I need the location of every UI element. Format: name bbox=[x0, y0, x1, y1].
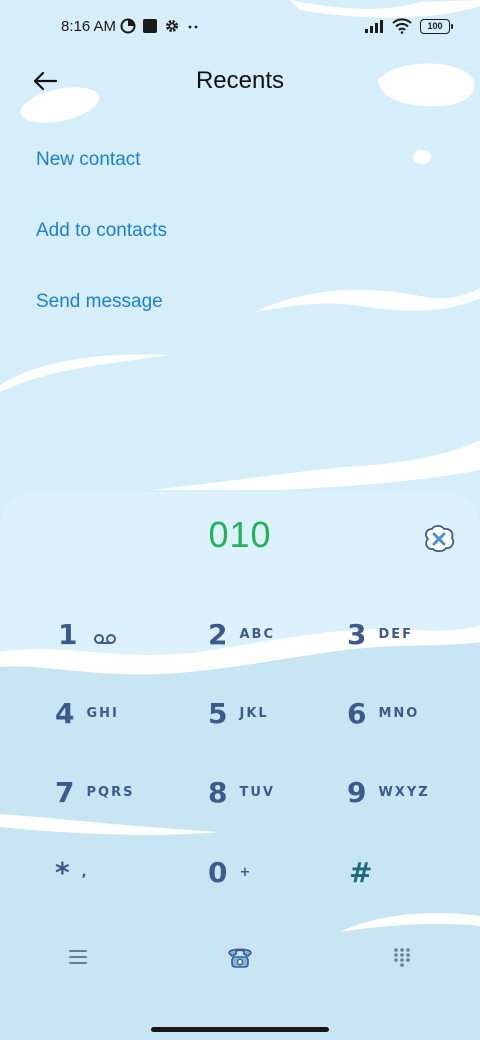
status-time: 8:16 AM bbox=[61, 18, 117, 35]
phone-call-icon bbox=[228, 948, 252, 968]
keypad-icon bbox=[394, 948, 410, 967]
page-title: Recents bbox=[195, 67, 285, 94]
key-5[interactable]: 5 JKL bbox=[208, 683, 348, 743]
app-notification-icon bbox=[143, 19, 157, 33]
backspace-icon[interactable] bbox=[422, 524, 456, 554]
dialer-panel: 010 1 2 ABC 3 DEF 4 GHI 5 JKL 6 MNO 7 PQ… bbox=[0, 492, 480, 1040]
wifi-icon bbox=[392, 18, 412, 34]
voicemail-icon bbox=[94, 634, 117, 644]
menu-icon bbox=[69, 950, 87, 964]
battery-indicator: 100 bbox=[420, 18, 453, 34]
add-to-contacts-link[interactable]: Add to contacts bbox=[36, 220, 167, 242]
key-3[interactable]: 3 DEF bbox=[347, 604, 480, 664]
settings-gear-icon bbox=[166, 20, 178, 32]
status-bar: 8:16 AM 100 bbox=[0, 0, 480, 56]
dialed-number: 010 bbox=[208, 514, 272, 555]
more-dots-icon bbox=[188, 25, 198, 29]
key-hash[interactable]: # bbox=[349, 842, 480, 902]
send-message-link[interactable]: Send message bbox=[36, 291, 163, 313]
call-button[interactable] bbox=[220, 940, 260, 974]
menu-button[interactable] bbox=[58, 940, 98, 974]
key-9[interactable]: 9 WXYZ bbox=[347, 762, 480, 822]
key-7[interactable]: 7 PQRS bbox=[55, 762, 195, 822]
keypad-toggle-button[interactable] bbox=[382, 940, 422, 974]
key-2[interactable]: 2 ABC bbox=[208, 604, 348, 664]
key-star[interactable]: * , bbox=[55, 842, 195, 902]
key-8[interactable]: 8 TUV bbox=[208, 762, 348, 822]
key-4[interactable]: 4 GHI bbox=[55, 683, 195, 743]
key-0[interactable]: 0 + bbox=[208, 842, 348, 902]
key-1[interactable]: 1 bbox=[58, 604, 198, 664]
key-6[interactable]: 6 MNO bbox=[347, 683, 480, 743]
home-indicator[interactable] bbox=[151, 1027, 329, 1032]
data-saver-icon bbox=[120, 18, 136, 34]
signal-icon bbox=[365, 20, 383, 33]
new-contact-link[interactable]: New contact bbox=[36, 149, 141, 171]
